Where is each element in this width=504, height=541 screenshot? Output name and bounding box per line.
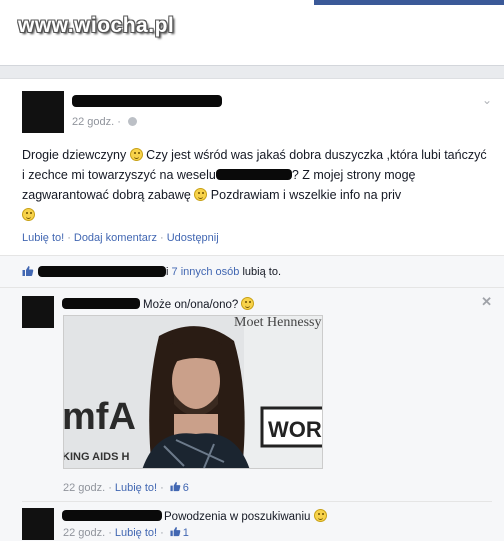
comment-2-meta: 22 godz. · Lubię to! · 1 [63, 526, 189, 539]
comment-1-like-count[interactable]: 6 [183, 482, 189, 494]
author-name-redaction [72, 95, 222, 107]
comment-1-meta: 22 godz. · Lubię to! · 6 [63, 481, 189, 494]
commenter-2-avatar-redacted [22, 508, 54, 540]
photo-brand-text: mfA [64, 396, 136, 438]
top-accent-bar [314, 0, 504, 5]
photo-banner-text: Moet Hennessy [234, 316, 322, 330]
post-text-4: Pozdrawiam i wszelkie info na priv [207, 188, 402, 202]
smile-icon [241, 297, 255, 310]
photo-tagline-text: KING AIDS H [64, 451, 129, 463]
comment-1-body: Może on/ona/ono? [143, 299, 239, 311]
commenter-avatar-redacted [22, 296, 54, 328]
commenter-name-redaction [62, 298, 140, 309]
likers-redaction [38, 266, 166, 277]
smile-icon [22, 208, 35, 221]
comment-2-like-link[interactable]: Lubię to! [115, 527, 157, 539]
comments-section: Może on/ona/ono? ✕ Moet Hennessy mfA KIN… [0, 287, 504, 541]
photo-word-text: WOR [268, 417, 322, 442]
thumbs-up-icon [22, 266, 34, 276]
post-actions: Lubię to! · Dodaj komentarz · Udostępnij [22, 232, 219, 244]
comment-2-like-count[interactable]: 1 [183, 527, 189, 539]
smile-icon [129, 148, 143, 161]
comment-2-time[interactable]: 22 godz. [63, 527, 105, 539]
chevron-down-icon[interactable]: ⌄ [482, 93, 492, 107]
smile-icon [194, 188, 208, 201]
thumbs-up-icon [170, 526, 181, 537]
likes-prefix: i [166, 266, 169, 278]
post-timestamp[interactable]: 22 godz. · [72, 116, 137, 128]
likes-others-link[interactable]: 7 innych osób [172, 266, 240, 278]
facebook-post: 22 godz. · ⌄ Drogie dziewczyny Czy jest w… [0, 78, 504, 541]
inline-redaction [215, 169, 292, 180]
close-icon[interactable]: ✕ [481, 294, 492, 310]
comment-divider [22, 501, 492, 502]
globe-icon [127, 117, 137, 126]
comment-2-body: Powodzenia w poszukiwaniu [164, 511, 311, 523]
site-watermark: www.wiocha.pl [18, 14, 175, 37]
smile-icon [313, 509, 327, 522]
post-text-1: Drogie dziewczyny [22, 148, 130, 162]
comment-2-text: Powodzenia w poszukiwaniu [164, 509, 327, 523]
commenter-2-name-redaction [62, 510, 162, 521]
thumbs-up-icon [170, 481, 181, 492]
comment-link[interactable]: Dodaj komentarz [74, 232, 157, 244]
comment-1-like-link[interactable]: Lubię to! [115, 482, 157, 494]
photo-illustration: Moet Hennessy mfA KING AIDS H WOR [64, 316, 322, 468]
likes-summary: i 7 innych osób lubią to. [0, 255, 504, 287]
post-time-label[interactable]: 22 godz. [72, 116, 114, 128]
likes-text: i 7 innych osób lubią to. [166, 266, 281, 278]
like-link[interactable]: Lubię to! [22, 232, 64, 244]
share-link[interactable]: Udostępnij [167, 232, 219, 244]
post-body: Drogie dziewczyny Czy jest wśród was jak… [22, 145, 492, 225]
post-author-avatar-redacted [22, 91, 64, 133]
comment-1-text: Może on/ona/ono? [143, 297, 255, 311]
likes-suffix: lubią to. [242, 266, 281, 278]
comment-1-time[interactable]: 22 godz. [63, 482, 105, 494]
comment-photo[interactable]: Moet Hennessy mfA KING AIDS H WOR [63, 315, 323, 469]
